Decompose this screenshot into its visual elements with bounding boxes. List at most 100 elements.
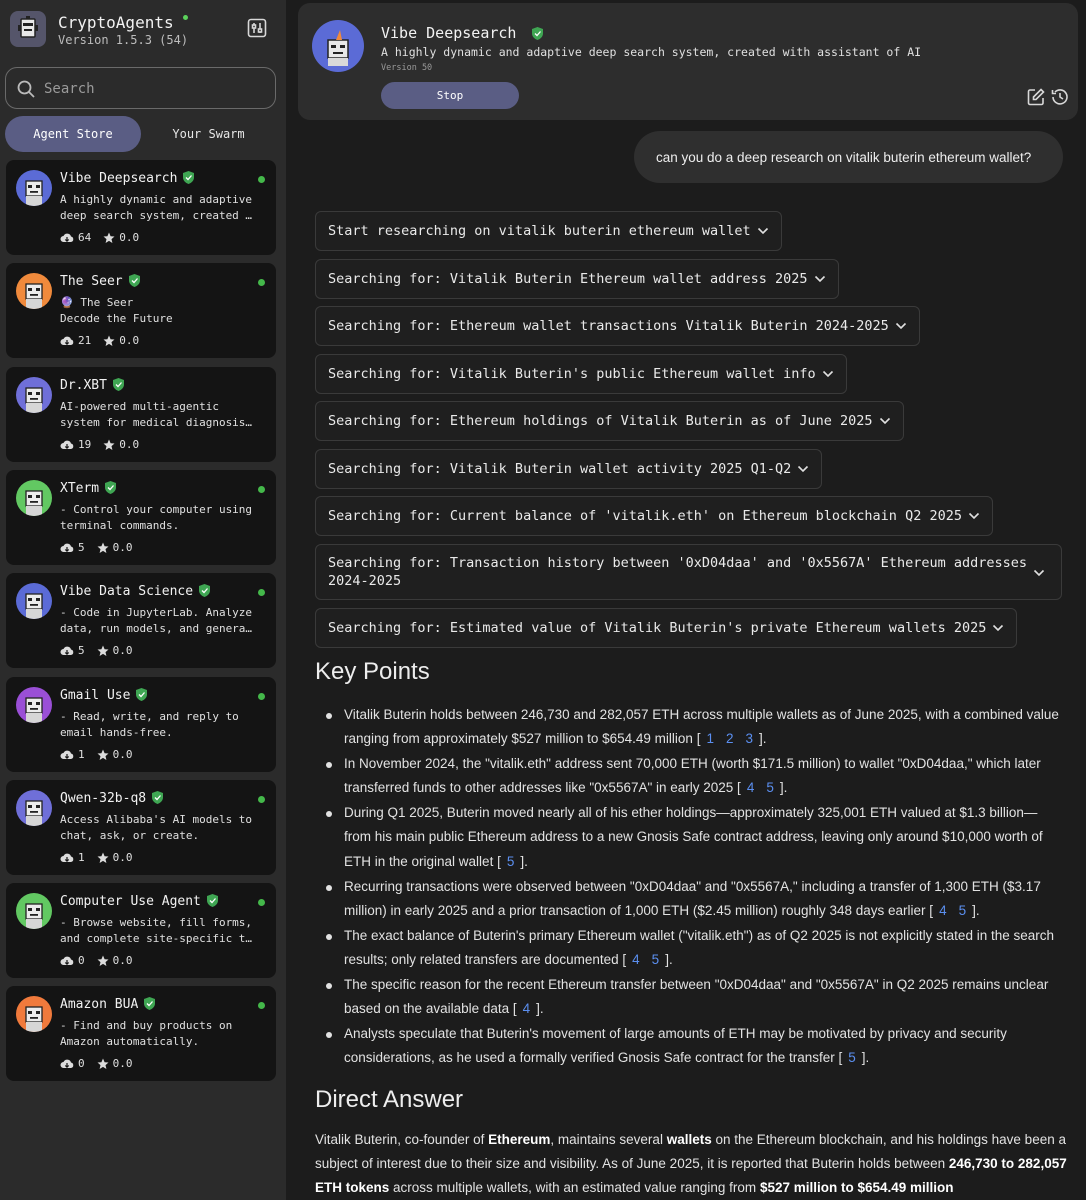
app-version: Version 1.5.3 (54)	[58, 33, 189, 47]
chevron-down-icon	[879, 417, 890, 425]
answer-bold: $527 million to $654.49 million	[759, 1180, 954, 1195]
answer-text: , maintains several	[550, 1132, 667, 1147]
stop-button[interactable]: Stop	[381, 82, 519, 109]
research-step[interactable]: Searching for: Estimated value of Vitali…	[315, 608, 1018, 648]
research-step[interactable]: Searching for: Current balance of 'vital…	[315, 496, 993, 536]
citation-link[interactable]: 2	[726, 727, 734, 751]
agent-avatar	[16, 687, 52, 723]
answer-bold: Ethereum	[488, 1132, 551, 1147]
history-icon[interactable]	[1050, 87, 1070, 107]
citation-link[interactable]: 5	[652, 948, 660, 972]
agent-description-line: - Find and buy products on	[60, 1019, 233, 1032]
citation-link[interactable]: 4	[939, 899, 947, 923]
citation-link[interactable]: 4	[747, 776, 755, 800]
citation-link[interactable]: 5	[959, 899, 967, 923]
chevron-down-icon	[814, 275, 825, 283]
agent-name-text: Qwen-32b-q8	[60, 791, 147, 806]
search-box[interactable]	[5, 67, 276, 109]
download-count: 1	[78, 748, 85, 761]
rating-value: 0.0	[119, 438, 140, 451]
research-step[interactable]: Searching for: Vitalik Buterin's public …	[315, 354, 847, 394]
status-dot	[183, 15, 188, 20]
agent-name-text: Vibe Data Science	[60, 584, 194, 599]
download-count: 1	[78, 851, 85, 864]
citation-close: ].	[665, 951, 673, 967]
agent-stats: 64 0.0	[60, 231, 139, 244]
agent-description-line: system for medical diagnosis…	[60, 415, 253, 429]
agent-name-text: Computer Use Agent	[60, 894, 201, 909]
star-icon	[103, 232, 115, 243]
verified-icon	[136, 688, 148, 701]
agent-name: Computer Use Agent	[60, 894, 218, 909]
research-step-label: Searching for: Estimated value of Vitali…	[328, 620, 987, 636]
research-step[interactable]: Searching for: Vitalik Buterin wallet ac…	[315, 449, 823, 489]
cloud-download-icon	[60, 853, 74, 862]
key-point-text: Analysts speculate that Buterin's moveme…	[344, 1025, 1007, 1066]
agent-card[interactable]: Gmail Use - Read, write, and reply to emai…	[6, 677, 276, 772]
agent-description-line: chat, ask, or create.	[60, 828, 200, 842]
citation-link[interactable]: 5	[848, 1046, 856, 1070]
agent-card[interactable]: Vibe Deepsearch A highly dynamic and adap…	[6, 160, 276, 255]
star-icon	[97, 749, 109, 760]
research-step[interactable]: Start researching on vitalik buterin eth…	[315, 211, 782, 251]
citation-link[interactable]: 1	[706, 727, 714, 751]
search-input[interactable]	[44, 78, 264, 100]
citation-link[interactable]: 5	[507, 850, 515, 874]
agent-card[interactable]: Computer Use Agent - Browse website, fill…	[6, 883, 276, 978]
agent-description: - Browse website, fill forms, and complet…	[60, 915, 266, 946]
agent-avatar	[16, 170, 52, 206]
verified-icon	[183, 171, 195, 184]
agent-card[interactable]: Vibe Data Science - Code in JupyterLab. A…	[6, 573, 276, 668]
agent-header: Vibe Deepsearch A highly dynamic and ada…	[298, 3, 1078, 120]
key-point: In November 2024, the "vitalik.eth" addr…	[324, 752, 1064, 801]
agent-description: AI-powered multi-agentic system for medic…	[60, 399, 266, 430]
verified-icon	[199, 584, 211, 597]
chevron-down-icon	[798, 465, 809, 473]
star-icon	[103, 439, 115, 450]
rating-value: 0.0	[112, 748, 133, 761]
search-icon	[17, 80, 35, 98]
sidebar: CryptoAgents Version 1.5.3 (54) Agent St…	[0, 0, 286, 1200]
answer-text: across multiple wallets, with an estimat…	[389, 1180, 760, 1195]
research-step[interactable]: Searching for: Ethereum wallet transacti…	[315, 306, 920, 346]
research-step[interactable]: Searching for: Vitalik Buterin Ethereum …	[315, 259, 839, 299]
agent-stats: 5 0.0	[60, 541, 133, 554]
cloud-download-icon	[60, 1059, 74, 1068]
agent-name-text: Dr.XBT	[60, 378, 107, 393]
rating-value: 0.0	[119, 334, 140, 347]
citation-link[interactable]: 3	[745, 727, 753, 751]
edit-icon[interactable]	[1026, 87, 1046, 107]
agent-card[interactable]: Dr.XBT AI-powered multi-agentic system for…	[6, 367, 276, 462]
agent-description: A highly dynamic and adaptive deep searc…	[381, 45, 922, 59]
agent-avatar	[16, 996, 52, 1032]
main-panel: Vibe Deepsearch A highly dynamic and ada…	[286, 0, 1086, 1200]
research-step[interactable]: Searching for: Transaction history betwe…	[315, 544, 1062, 600]
agent-card[interactable]: Amazon BUA - Find and buy products on Amaz…	[6, 986, 276, 1081]
agent-card[interactable]: Qwen-32b-q8 Access Alibaba's AI models to…	[6, 780, 276, 875]
agent-card[interactable]: The Seer 🔮 The Seer Decode the Future 21 0.0	[6, 263, 276, 358]
agent-description-line: terminal commands.	[60, 518, 180, 532]
verified-icon	[105, 481, 117, 494]
research-step[interactable]: Searching for: Ethereum holdings of Vita…	[315, 401, 904, 441]
key-point-text: The exact balance of Buterin's primary E…	[344, 927, 1054, 967]
agent-avatar	[312, 20, 364, 72]
agent-description-line: - Control your computer using	[60, 503, 253, 516]
online-indicator	[258, 589, 265, 596]
agent-avatar	[16, 893, 52, 929]
citation-link[interactable]: 5	[766, 776, 774, 800]
agent-card[interactable]: XTerm - Control your computer using termin…	[6, 470, 276, 565]
tab-agent-store[interactable]: Agent Store	[5, 116, 141, 152]
direct-answer-text: Vitalik Buterin, co-founder of Ethereum,…	[315, 1128, 1067, 1200]
agent-description-line: Access Alibaba's AI models to	[60, 813, 253, 826]
citation-link[interactable]: 4	[632, 948, 640, 972]
online-indicator	[258, 899, 265, 906]
answer-bold: wallets	[666, 1132, 712, 1147]
agent-description-line: email hands-free.	[60, 725, 173, 739]
citation-link[interactable]: 4	[523, 997, 531, 1021]
tabs: Agent Store Your Swarm	[5, 116, 276, 152]
tab-your-swarm[interactable]: Your Swarm	[141, 116, 276, 152]
settings-icon[interactable]	[246, 17, 268, 39]
agent-description: 🔮 The Seer Decode the Future	[60, 295, 266, 326]
agent-avatar	[16, 583, 52, 619]
key-point: Analysts speculate that Buterin's moveme…	[324, 1022, 1064, 1071]
